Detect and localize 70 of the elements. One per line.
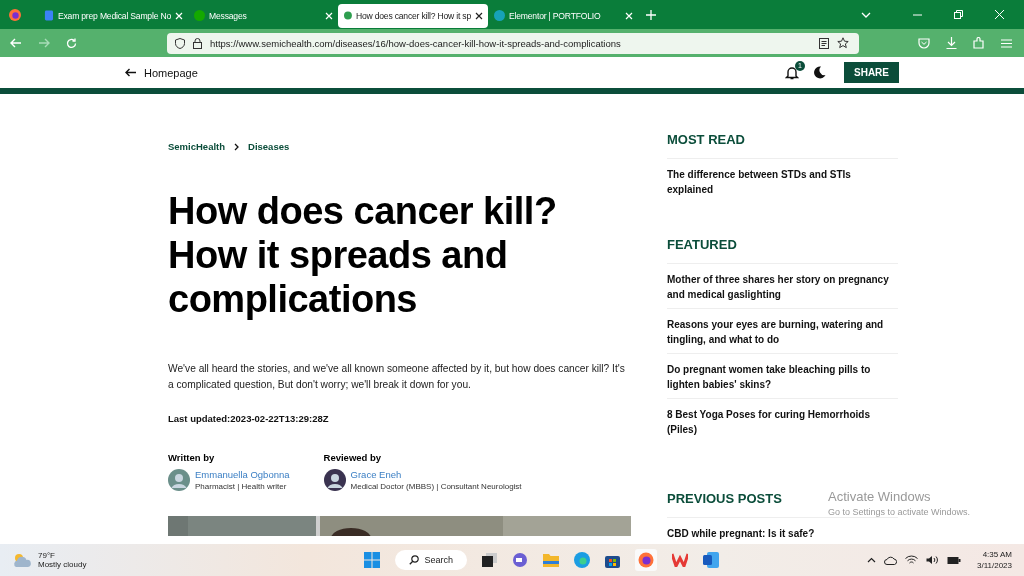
- article-title: How does cancer kill? How it spreads and complications: [168, 189, 558, 321]
- homepage-link[interactable]: Homepage: [125, 66, 198, 79]
- chevron-up-icon[interactable]: [867, 557, 876, 563]
- weather-text: Mostly cloudy: [38, 560, 87, 569]
- browser-tab[interactable]: How does cancer kill? How it sp: [338, 3, 488, 28]
- browser-tab[interactable]: Exam prep Medical Sample No: [38, 3, 188, 28]
- sidebar-heading: FEATURED: [667, 237, 737, 252]
- bell-icon[interactable]: [785, 65, 799, 80]
- chevron-down-icon[interactable]: [861, 11, 871, 18]
- star-icon[interactable]: [837, 37, 849, 49]
- avatar-icon: [168, 469, 190, 491]
- back-arrow-icon: [125, 68, 136, 77]
- sidebar-article-link[interactable]: 8 Best Yoga Poses for curing Hemorrhoids (Piles): [667, 398, 898, 443]
- sidebar-heading: PREVIOUS POSTS: [667, 491, 782, 506]
- wifi-icon[interactable]: [905, 555, 918, 565]
- sidebar-article-link[interactable]: Reasons your eyes are burning, watering and tingling, and what to do: [667, 308, 898, 353]
- folder-icon[interactable]: [543, 553, 559, 567]
- avatar-icon: [323, 469, 346, 491]
- tab-favicon-icon: [494, 10, 505, 21]
- sidebar-article-link[interactable]: The difference between STDs and STIs explained: [667, 158, 898, 203]
- lock-icon: [193, 37, 202, 49]
- download-icon[interactable]: [946, 37, 957, 49]
- temperature-text: 79°F: [38, 551, 56, 560]
- search-icon: [409, 555, 420, 565]
- browser-tab[interactable]: Elementor | PORTFOLIO: [488, 3, 638, 28]
- author-role: Written by: [168, 452, 216, 463]
- share-button[interactable]: SHARE: [844, 62, 899, 83]
- activation-title: Activate Windows: [828, 489, 932, 504]
- chat-icon[interactable]: [512, 552, 528, 568]
- url-text: https://www.semichealth.com/diseases/16/how-does-cancer-kill-how-it-spreads-and-complications: [210, 37, 621, 49]
- sidebar-article-link[interactable]: Do pregnant women take bleaching pills to lighten babies' skins?: [667, 353, 898, 398]
- reader-view-icon[interactable]: [819, 37, 829, 49]
- task-view-icon[interactable]: [482, 553, 497, 567]
- moon-icon[interactable]: [813, 66, 826, 79]
- last-updated-text: Last updated:2023-02-22T13:29:28Z: [168, 413, 330, 424]
- author-role: Reviewed by: [323, 452, 383, 463]
- firefox-taskbar-icon[interactable]: [635, 549, 657, 571]
- breadcrumb-separator-icon: [234, 142, 240, 151]
- breadcrumb-link[interactable]: SemicHealth: [168, 141, 226, 152]
- author-credentials: Medical Doctor (MBBS) | Consultant Neurologist: [350, 482, 522, 491]
- start-icon[interactable]: [364, 552, 381, 568]
- close-icon[interactable]: [475, 11, 483, 20]
- browser-tab[interactable]: Messages: [188, 3, 338, 28]
- w-logo-icon[interactable]: [672, 553, 688, 567]
- shield-icon: [175, 37, 185, 49]
- speaker-icon[interactable]: [926, 555, 939, 565]
- sidebar-article-link[interactable]: Mother of three shares her story on pregnancy and medical gaslighting: [667, 263, 898, 308]
- menu-icon[interactable]: [1001, 38, 1012, 48]
- sidebar-heading: MOST READ: [667, 132, 745, 147]
- battery-icon[interactable]: [947, 555, 961, 565]
- word-icon[interactable]: [703, 552, 719, 568]
- tab-favicon-icon: [194, 10, 205, 21]
- edge-icon[interactable]: [574, 552, 590, 568]
- taskbar-search[interactable]: Search: [395, 550, 467, 570]
- tab-favicon-icon: [44, 10, 54, 21]
- back-arrow-icon[interactable]: [10, 38, 22, 48]
- clock-time[interactable]: 4:35 AM: [977, 549, 1012, 560]
- address-bar[interactable]: https://www.semichealth.com/diseases/16/how-does-cancer-kill-how-it-spreads-and-complications: [167, 32, 859, 54]
- clock-date[interactable]: 3/11/2023: [977, 560, 1012, 571]
- restore-icon[interactable]: [954, 10, 963, 19]
- breadcrumb-link[interactable]: Diseases: [248, 141, 290, 152]
- new-tab-icon[interactable]: [646, 9, 656, 20]
- author-name-link[interactable]: Emmanuella Ogbonna: [195, 469, 290, 480]
- activation-text: Go to Settings to activate Windows.: [828, 507, 971, 517]
- author-name-link[interactable]: Grace Eneh: [350, 469, 522, 480]
- reload-icon[interactable]: [66, 37, 77, 49]
- tab-favicon-icon: [344, 10, 352, 21]
- author-credentials: Pharmacist | Health writer: [195, 482, 288, 491]
- cloud-icon[interactable]: [884, 555, 897, 565]
- article-intro: We've all heard the stories, and we've all known someone affected by it, but how does cancer kill? It's a complicated question, But don't worry; we'll break it down for you.: [168, 362, 626, 392]
